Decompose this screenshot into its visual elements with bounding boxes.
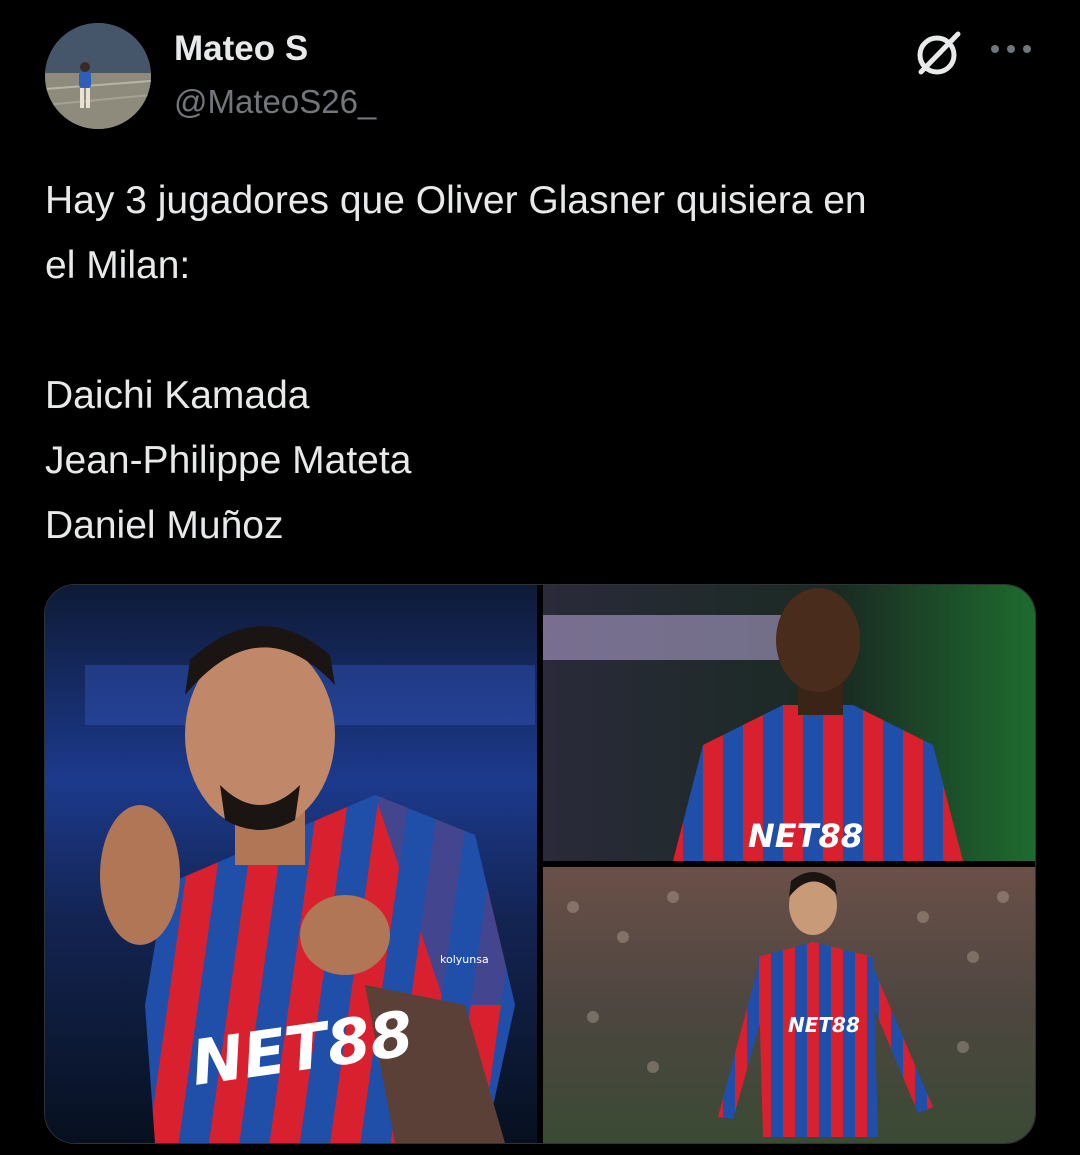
media-photo-2[interactable]: NET88 [543,585,1035,861]
author-display-name[interactable]: Mateo S [174,28,308,70]
media-photo-1[interactable]: NET88 kolyunsa [45,585,537,1143]
more-options-icon[interactable] [988,36,1034,62]
sponsor-text: NET88 [748,817,863,855]
sponsor-text: NET88 [788,1013,860,1037]
media-photo-3[interactable]: NET88 [543,867,1035,1143]
avatar-image [45,23,151,129]
tweet-text: Hay 3 jugadores que Oliver Glasner quisi… [45,168,1035,558]
grok-icon[interactable] [912,26,966,80]
tweet-line-1: Hay 3 jugadores que Oliver Glasner quisi… [45,179,867,222]
avatar[interactable] [45,23,151,129]
badge-text: kolyunsa [440,953,489,966]
media-grid: NET88 kolyunsa NET88 NET88 [44,584,1036,1144]
tweet-line-2: el Milan: [45,244,191,287]
author-handle[interactable]: @MateoS26_ [174,82,376,122]
player-name: Daniel Muñoz [45,504,284,547]
player-name: Daichi Kamada [45,374,310,417]
player-name: Jean-Philippe Mateta [45,439,412,482]
